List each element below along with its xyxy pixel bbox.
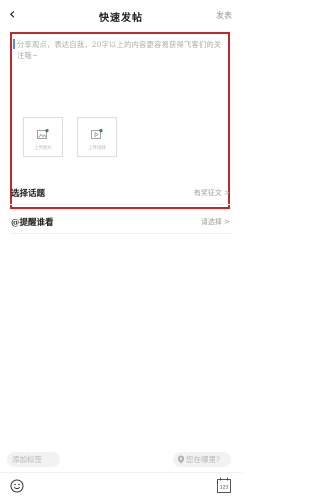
- location-button[interactable]: 您在哪里?: [173, 452, 231, 467]
- mention-value: 请选择 >: [200, 218, 230, 226]
- keyboard-label: 123: [220, 485, 229, 491]
- location-label: 您在哪里?: [186, 455, 221, 464]
- select-topic-value: 有奖征文 >: [193, 189, 230, 197]
- select-topic-row[interactable]: 选择话题 有奖征文 >: [10, 182, 232, 205]
- mention-label: @提醒谁看: [11, 218, 54, 228]
- select-topic-label: 选择话题: [11, 189, 46, 199]
- image-icon: [37, 129, 49, 139]
- add-tag-button[interactable]: 添加标签: [7, 452, 60, 467]
- video-icon: [91, 129, 103, 139]
- emoji-icon[interactable]: [10, 479, 24, 493]
- location-pin-icon: [177, 455, 185, 464]
- publish-button[interactable]: 发表: [216, 10, 232, 21]
- add-image-label: 上传图片: [34, 146, 52, 151]
- bottom-toolbar: 123: [0, 472, 242, 499]
- editor-placeholder: 分享观点，表达自我，20字以上的内容更容易获得飞客们的关注哦~: [17, 40, 222, 60]
- page-title: 快速发帖: [99, 13, 143, 24]
- add-video-label: 上传视频: [88, 146, 106, 151]
- keyboard-icon[interactable]: 123: [217, 477, 231, 493]
- text-caret: [13, 39, 15, 49]
- add-video-button[interactable]: 上传视频: [77, 117, 117, 157]
- top-bar: ‹ 快速发帖 发表: [0, 0, 242, 30]
- add-image-button[interactable]: 上传图片: [23, 117, 63, 157]
- mention-row[interactable]: @提醒谁看 请选择 >: [10, 211, 232, 234]
